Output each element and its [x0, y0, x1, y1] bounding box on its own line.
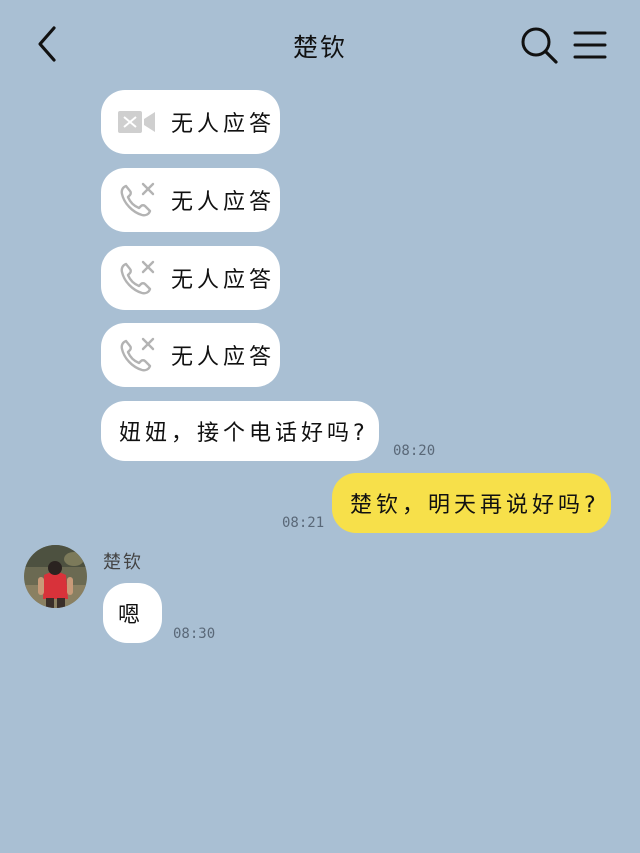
- menu-icon: [573, 31, 607, 59]
- phone-missed-icon: [117, 180, 157, 220]
- video-call-missed-icon: [117, 102, 157, 142]
- message-text: 无人应答: [171, 190, 276, 215]
- message-text: 嗯: [118, 603, 145, 628]
- message-timestamp: 08:21: [282, 515, 325, 531]
- chat-header: 楚钦: [0, 0, 640, 90]
- missed-voice-call-message[interactable]: 无人应答: [101, 246, 280, 310]
- message-text: 无人应答: [171, 268, 276, 293]
- sender-name: 楚钦: [103, 552, 143, 573]
- message-timestamp: 08:30: [173, 626, 216, 642]
- message-text: 妞妞，接个电话好吗?: [119, 421, 369, 446]
- phone-missed-icon: [117, 258, 157, 298]
- search-icon: [521, 27, 558, 64]
- message-text: 无人应答: [171, 345, 276, 370]
- phone-missed-icon: [117, 335, 157, 375]
- missed-voice-call-message[interactable]: 无人应答: [101, 323, 280, 387]
- avatar[interactable]: [24, 545, 87, 608]
- incoming-message-bubble[interactable]: 嗯: [103, 583, 162, 643]
- menu-button[interactable]: [572, 28, 608, 62]
- message-timestamp: 08:20: [393, 443, 436, 459]
- outgoing-message-bubble[interactable]: 楚钦，明天再说好吗?: [332, 473, 611, 533]
- search-button[interactable]: [518, 24, 560, 66]
- missed-video-call-message[interactable]: 无人应答: [101, 90, 280, 154]
- missed-voice-call-message[interactable]: 无人应答: [101, 168, 280, 232]
- message-text: 楚钦，明天再说好吗?: [350, 493, 600, 518]
- incoming-message-bubble[interactable]: 妞妞，接个电话好吗?: [101, 401, 379, 461]
- message-text: 无人应答: [171, 112, 276, 137]
